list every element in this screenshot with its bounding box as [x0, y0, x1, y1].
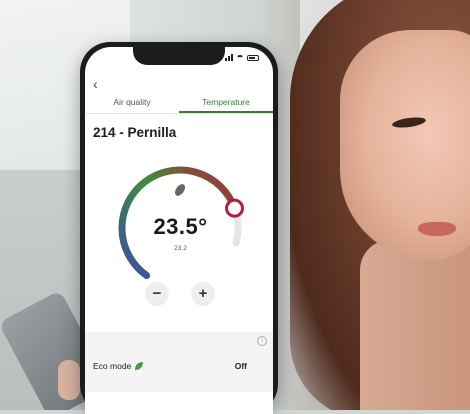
decrease-temperature-button[interactable]: − — [146, 282, 168, 304]
wifi-icon — [236, 54, 244, 61]
status-bar — [225, 54, 259, 61]
tab-air-quality[interactable]: Air quality — [85, 93, 179, 113]
tab-bar: Air quality Temperature — [85, 93, 273, 113]
room-title: 214 - Pernilla — [93, 125, 177, 140]
eco-mode-label: Eco mode — [93, 361, 132, 371]
leaf-icon — [135, 362, 144, 370]
current-temperature: 23.2 — [174, 245, 187, 252]
tab-temperature[interactable]: Temperature — [179, 93, 273, 113]
eco-mode-panel: i Eco mode Off — [85, 332, 273, 392]
app-screen: ‹ Air quality Temperature 214 - Pernilla — [85, 47, 273, 414]
temperature-dial[interactable]: 23.5° 23.2 — [103, 150, 258, 290]
tab-divider — [85, 113, 273, 114]
leaf-icon — [175, 184, 185, 196]
signal-icon — [225, 54, 233, 61]
eco-mode-row[interactable]: Eco mode — [93, 361, 144, 371]
info-icon[interactable]: i — [257, 336, 267, 346]
increase-temperature-button[interactable]: + — [192, 282, 214, 304]
phone-notch — [133, 47, 225, 65]
battery-icon — [247, 54, 259, 61]
setpoint-temperature: 23.5° — [153, 214, 208, 239]
phone-device: ‹ Air quality Temperature 214 - Pernilla — [80, 42, 278, 414]
back-chevron-icon[interactable]: ‹ — [93, 77, 98, 91]
eco-mode-value[interactable]: Off — [235, 361, 247, 371]
